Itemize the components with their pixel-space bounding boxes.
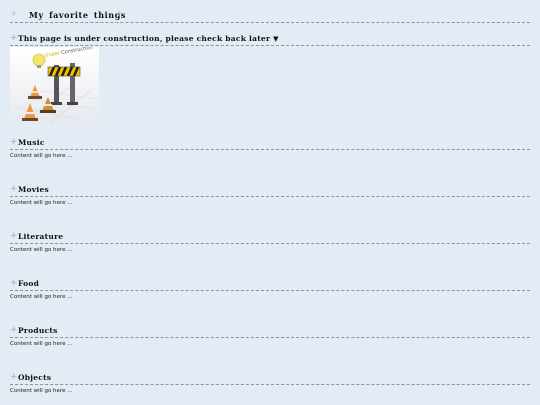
section-heading: Products — [18, 326, 58, 335]
triangle-down-icon[interactable]: ▼ — [273, 34, 279, 43]
section-content: Content will go here ... — [10, 388, 73, 394]
divider — [10, 337, 530, 338]
notice-header[interactable]: + This page is under construction, pleas… — [10, 33, 530, 46]
divider — [10, 45, 530, 46]
under-construction-image: Under Construction — [10, 47, 99, 123]
section-header-objects[interactable]: + Objects — [10, 372, 530, 385]
section-content: Content will go here ... — [10, 294, 73, 300]
section-content: Content will go here ... — [10, 247, 73, 253]
page-title: My favorite things — [29, 10, 126, 20]
section-heading: Movies — [18, 185, 50, 194]
plus-icon[interactable]: + — [10, 325, 18, 336]
section-header-movies[interactable]: + Movies — [10, 184, 530, 197]
section-header-literature[interactable]: + Literature — [10, 231, 530, 244]
plus-icon[interactable]: + — [10, 9, 18, 20]
notice-heading: This page is under construction, please … — [18, 34, 271, 43]
plus-icon[interactable]: + — [115, 9, 123, 20]
plus-icon[interactable]: + — [10, 137, 18, 148]
divider — [10, 196, 530, 197]
plus-icon[interactable]: + — [10, 231, 18, 242]
divider — [10, 290, 530, 291]
plus-icon[interactable]: + — [10, 278, 18, 289]
plus-icon[interactable]: + — [10, 184, 18, 195]
section-heading: Music — [18, 138, 45, 147]
divider — [10, 243, 530, 244]
section-heading: Literature — [18, 232, 64, 241]
plus-icon[interactable]: + — [10, 372, 18, 383]
section-header-food[interactable]: + Food — [10, 278, 530, 291]
divider — [10, 384, 530, 385]
section-content: Content will go here ... — [10, 200, 73, 206]
divider — [10, 149, 530, 150]
section-header-music[interactable]: + Music — [10, 137, 530, 150]
section-heading: Food — [18, 279, 40, 288]
section-heading: Objects — [18, 373, 52, 382]
page-title-bar: + My favorite things + — [10, 9, 530, 23]
section-header-products[interactable]: + Products — [10, 325, 530, 338]
section-content: Content will go here ... — [10, 153, 73, 159]
divider — [10, 22, 530, 23]
plus-icon[interactable]: + — [10, 33, 18, 44]
section-content: Content will go here ... — [10, 341, 73, 347]
